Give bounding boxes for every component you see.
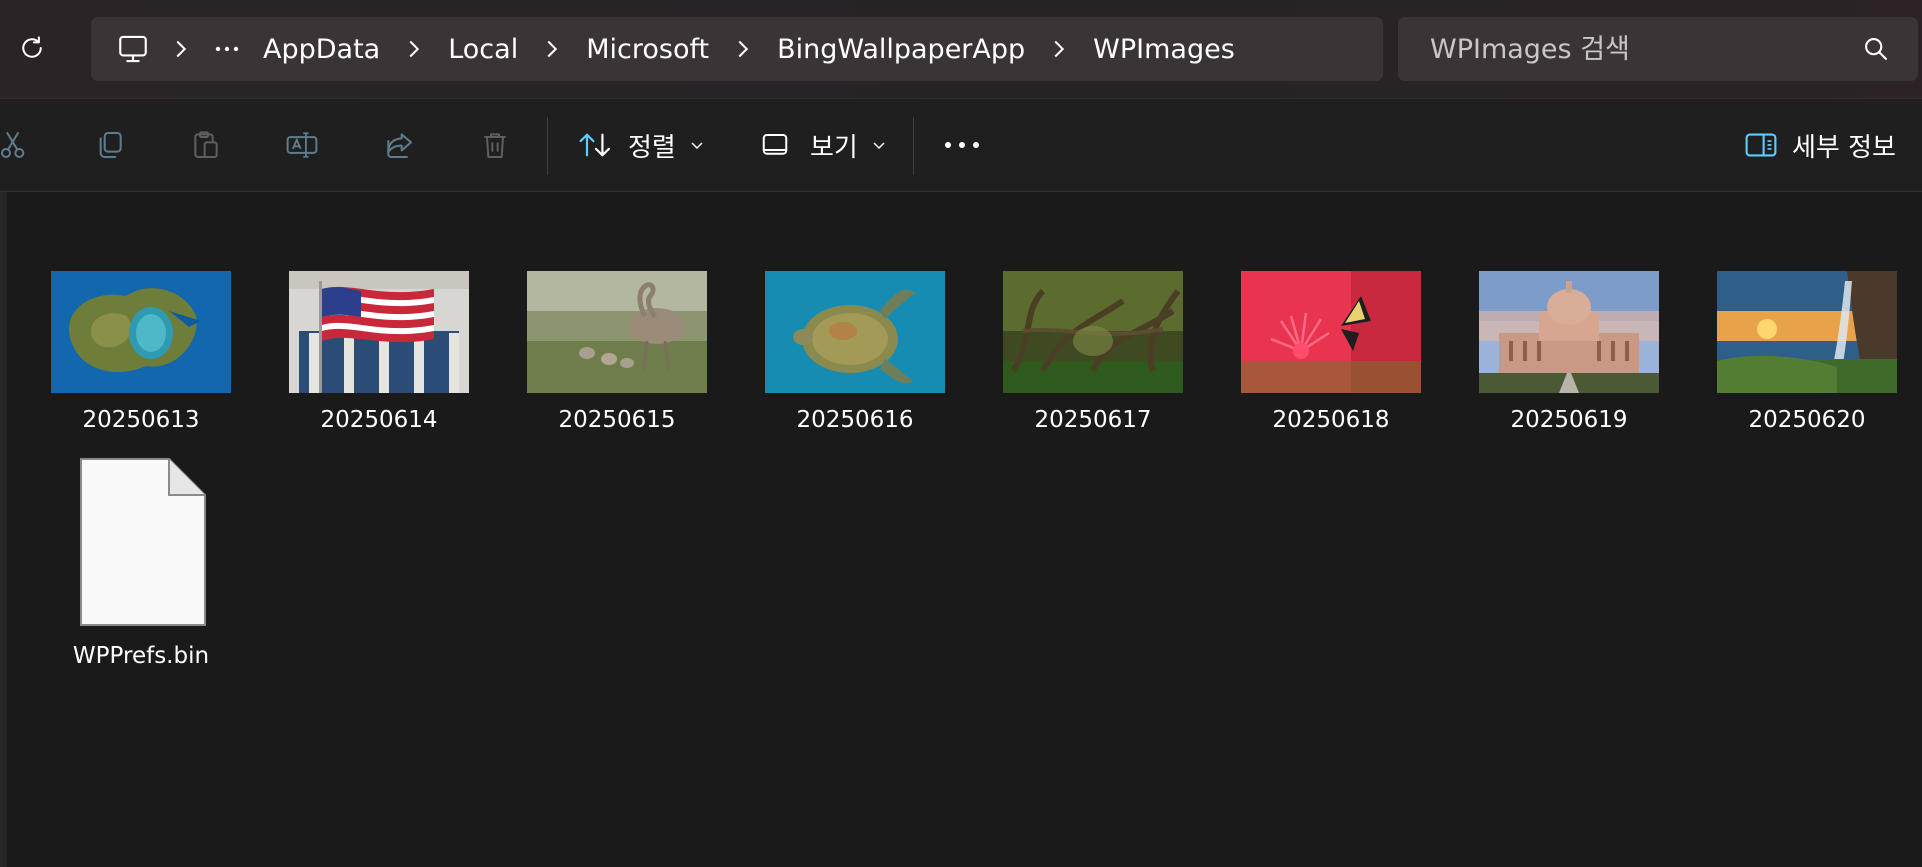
breadcrumb-separator[interactable] (394, 29, 434, 69)
view-icon (762, 134, 788, 155)
file-name: 20250617 (1034, 407, 1152, 433)
thumbnail-waterfall-image (1717, 271, 1897, 393)
file-item[interactable]: 20250614 (289, 271, 469, 433)
chevron-right-icon (738, 40, 749, 58)
more-horizontal-icon (215, 46, 239, 52)
chevron-right-icon (547, 40, 558, 58)
file-item[interactable]: 20250617 (1003, 271, 1183, 433)
breadcrumb-item-microsoft[interactable]: Microsoft (580, 34, 715, 65)
thumbnail-butterfly-image (1241, 271, 1421, 393)
thumbnail-turtle-image (765, 271, 945, 393)
file-name: 20250619 (1510, 407, 1628, 433)
thumbnail-trees-image (1003, 271, 1183, 393)
breadcrumb-item-bingwallpaperapp[interactable]: BingWallpaperApp (771, 34, 1031, 65)
file-name: 20250614 (320, 407, 438, 433)
this-pc-button[interactable] (113, 29, 153, 69)
view-button[interactable]: 보기 (760, 123, 886, 167)
file-item[interactable]: 20250613 (51, 271, 231, 433)
breadcrumb-separator[interactable] (161, 29, 201, 69)
thumbnail-island-image (51, 271, 231, 393)
breadcrumb-overflow-button[interactable] (209, 29, 245, 69)
rename-icon (286, 132, 318, 158)
breadcrumb-item-wpimages[interactable]: WPImages (1087, 34, 1241, 65)
delete-button[interactable] (477, 127, 513, 163)
cut-button[interactable] (0, 127, 32, 163)
breadcrumb-item-appdata[interactable]: AppData (257, 34, 386, 65)
copy-icon (99, 132, 122, 158)
file-item[interactable]: 20250620 (1717, 271, 1897, 433)
file-name: 20250620 (1748, 407, 1866, 433)
copy-button[interactable] (92, 127, 128, 163)
more-options-button[interactable] (944, 123, 980, 167)
sort-button[interactable]: 정렬 (578, 123, 704, 167)
paste-button[interactable] (188, 127, 224, 163)
chevron-right-icon (176, 40, 187, 58)
sort-label: 정렬 (628, 132, 676, 163)
address-toolbar: AppData Local Microsoft BingWallpaperApp… (0, 0, 1922, 99)
scissors-icon (1, 132, 25, 158)
file-item[interactable]: 20250616 (765, 271, 945, 433)
search-icon[interactable] (1862, 35, 1890, 63)
paste-icon (194, 131, 218, 158)
sort-icon (579, 133, 610, 157)
details-label: 세부 정보 (1792, 132, 1896, 163)
breadcrumb-separator[interactable] (532, 29, 572, 69)
monitor-icon (119, 35, 147, 63)
breadcrumb-separator[interactable] (1039, 29, 1079, 69)
file-item[interactable]: 20250615 (527, 271, 707, 433)
command-bar: 정렬 보기 세부 정보 (0, 99, 1922, 192)
toolbar-divider (547, 117, 548, 175)
navigation-pane-edge[interactable] (0, 192, 7, 867)
breadcrumb-separator[interactable] (723, 29, 763, 69)
more-horizontal-icon (945, 142, 979, 148)
thumbnail-rhea-image (527, 271, 707, 393)
details-pane-button[interactable]: 세부 정보 (1744, 123, 1896, 167)
chevron-right-icon (409, 40, 420, 58)
file-item[interactable]: 20250618 (1241, 271, 1421, 433)
share-icon (387, 133, 412, 158)
search-input[interactable] (1398, 17, 1838, 81)
view-label: 보기 (810, 132, 858, 163)
file-name: 20250616 (796, 407, 914, 433)
file-name: WPPrefs.bin (72, 643, 210, 669)
file-name: 20250613 (82, 407, 200, 433)
toolbar-divider (913, 117, 914, 175)
file-name: 20250615 (558, 407, 676, 433)
file-item[interactable]: WPPrefs.bin (51, 457, 231, 669)
file-item[interactable]: 20250619 (1479, 271, 1659, 433)
refresh-button[interactable] (14, 30, 50, 66)
trash-icon (484, 133, 506, 158)
chevron-right-icon (1054, 40, 1065, 58)
generic-file-icon (80, 458, 206, 626)
share-button[interactable] (381, 127, 417, 163)
file-view[interactable]: 20250613 20250614 20250615 20250616 2025… (0, 192, 1922, 867)
thumbnail-flag-image (289, 271, 469, 393)
details-pane-icon (1745, 133, 1777, 157)
rename-button[interactable] (284, 127, 320, 163)
breadcrumb[interactable]: AppData Local Microsoft BingWallpaperApp… (91, 17, 1383, 81)
chevron-down-icon (873, 142, 885, 150)
refresh-icon (22, 36, 42, 58)
breadcrumb-item-local[interactable]: Local (442, 34, 524, 65)
thumbnail-capitol-image (1479, 271, 1659, 393)
search-box[interactable] (1398, 17, 1918, 81)
file-name: 20250618 (1272, 407, 1390, 433)
chevron-down-icon (691, 142, 703, 150)
